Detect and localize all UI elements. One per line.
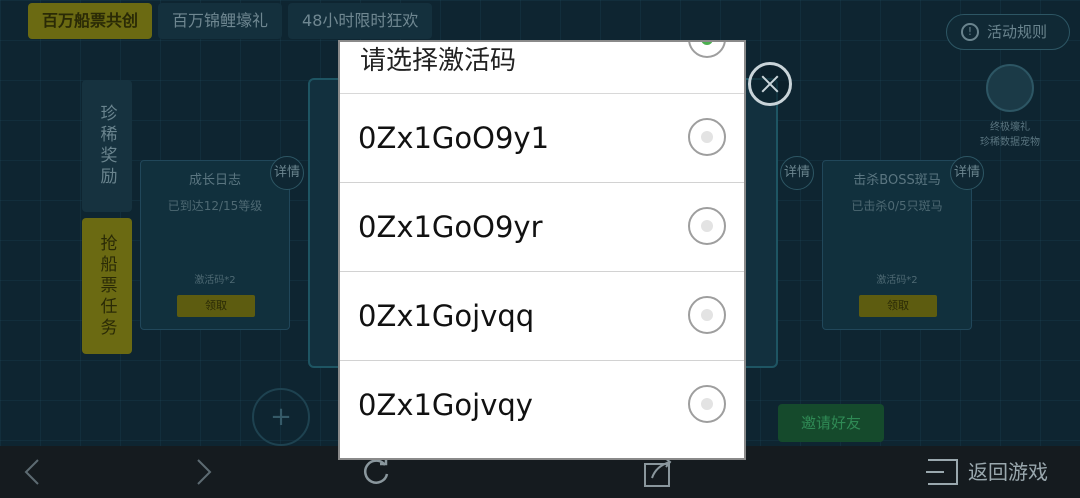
side-tab-ticket-tasks[interactable]: 抢船票任务 (82, 218, 132, 354)
chevron-right-icon[interactable] (188, 446, 218, 498)
list-item[interactable]: 0Zx1GoO9y1 (340, 94, 744, 183)
radio-button[interactable] (688, 385, 726, 423)
activity-tabs: 百万船票共创 百万锦鲤壕礼 48小时限时狂欢 (28, 3, 433, 39)
tab-ticket-cocreate[interactable]: 百万船票共创 (28, 3, 153, 39)
claim-button[interactable]: 领取 (177, 295, 255, 317)
activity-rules-label: 活动规则 (987, 23, 1048, 41)
list-item[interactable]: 0Zx1GoO9yr (340, 183, 744, 272)
task-status: 已到达12/15等级 (167, 199, 263, 213)
detail-button[interactable]: 详情 (780, 156, 814, 190)
list-item[interactable]: 0Zx1Gojvqy (340, 361, 744, 450)
list-item[interactable]: 0Zx1Gojvqq (340, 272, 744, 361)
ultimate-subtitle: 珍稀数据宠物 (980, 137, 1040, 148)
dialog-title: 请选择激活码 (340, 42, 744, 94)
activation-code-dialog: 请选择激活码 0Zx1GoO9y1 0Zx1GoO9yr 0Zx1Gojvqq … (338, 40, 746, 460)
return-to-game-button[interactable]: 返回游戏 (926, 446, 1048, 498)
radio-button[interactable] (688, 296, 726, 334)
close-icon[interactable] (748, 62, 792, 106)
code-label: 0Zx1Gojvqy (358, 388, 533, 422)
task-status: 已击杀0/5只斑马 (851, 199, 943, 213)
activity-rules-button[interactable]: ! 活动规则 (946, 14, 1070, 50)
side-tab-rare-rewards[interactable]: 珍稀奖励 (82, 80, 132, 212)
task-title: 成长日志 (188, 173, 241, 188)
code-label: 0Zx1GoO9yr (358, 210, 543, 244)
tab-koi-gift[interactable]: 百万锦鲤壕礼 (158, 3, 283, 39)
plus-button[interactable]: + (252, 388, 310, 446)
task-card-growth: 成长日志 已到达12/15等级 激活码*2 领取 (140, 160, 290, 330)
detail-button[interactable]: 详情 (270, 156, 304, 190)
tab-48h-carnival[interactable]: 48小时限时狂欢 (288, 3, 433, 39)
invite-friends-button[interactable]: 邀请好友 (778, 404, 884, 442)
code-label: 0Zx1GoO9y1 (358, 121, 550, 155)
task-title: 击杀BOSS斑马 (853, 173, 941, 188)
code-options-list: 0Zx1GoO9y1 0Zx1GoO9yr 0Zx1Gojvqq 0Zx1Goj… (340, 94, 744, 450)
info-icon: ! (961, 23, 979, 41)
task-card-boss: 击杀BOSS斑马 已击杀0/5只斑马 激活码*2 领取 (822, 160, 972, 330)
claim-button[interactable]: 领取 (859, 295, 937, 317)
code-label: 0Zx1Gojvqq (358, 299, 535, 333)
return-label: 返回游戏 (968, 460, 1048, 484)
ultimate-gift[interactable]: 终极壕礼 珍稀数据宠物 (970, 64, 1050, 148)
chevron-left-icon[interactable] (18, 446, 48, 498)
radio-button[interactable] (688, 207, 726, 245)
exit-icon (926, 459, 958, 485)
task-reward: 激活码*2 (194, 275, 236, 286)
radio-button[interactable] (688, 118, 726, 156)
task-reward: 激活码*2 (876, 275, 918, 286)
pet-avatar (986, 64, 1034, 112)
detail-button[interactable]: 详情 (950, 156, 984, 190)
ultimate-title: 终极壕礼 (990, 122, 1030, 133)
